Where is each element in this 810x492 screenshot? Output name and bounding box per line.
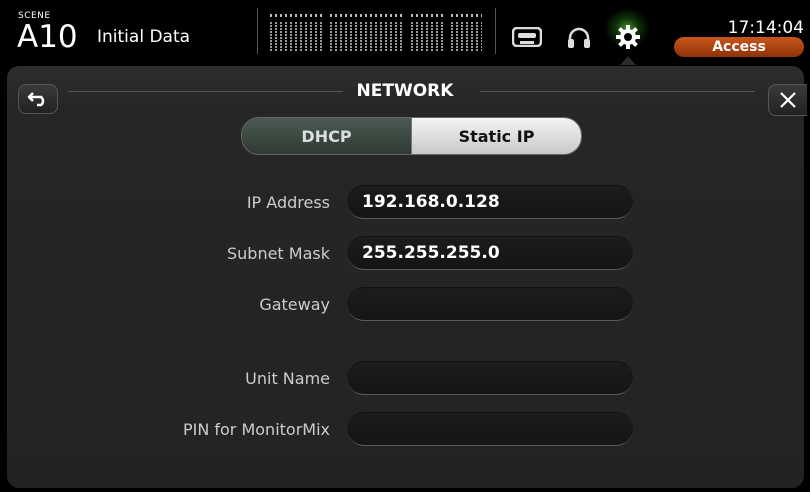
gear-icon[interactable] (614, 23, 642, 51)
subnet-mask-label: Subnet Mask (226, 244, 330, 263)
unit-name-field[interactable] (347, 361, 633, 395)
gateway-label: Gateway (259, 295, 330, 314)
close-button[interactable] (768, 84, 807, 116)
clock: 17:14:04 (727, 18, 804, 38)
ip-address-field[interactable]: 192.168.0.128 (347, 185, 633, 219)
close-icon (780, 92, 796, 108)
dhcp-option[interactable]: DHCP (242, 118, 412, 154)
subnet-mask-field[interactable]: 255.255.255.0 (347, 236, 633, 270)
pin-monitormix-field[interactable] (347, 412, 633, 446)
ip-mode-toggle[interactable]: DHCP Static IP (241, 117, 582, 155)
pin-monitormix-label: PIN for MonitorMix (182, 420, 330, 439)
recorder-icon[interactable] (510, 25, 544, 49)
headphones-icon[interactable] (564, 25, 594, 51)
divider (495, 8, 496, 54)
panel-title: NETWORK (356, 81, 454, 101)
meter-group (270, 14, 322, 52)
access-button[interactable]: Access (674, 37, 804, 57)
meter-group (451, 14, 482, 52)
static-ip-option[interactable]: Static IP (412, 118, 581, 154)
gear-pointer (620, 56, 636, 65)
scene-number: A10 (17, 19, 78, 55)
back-arrow-icon (27, 92, 45, 107)
channel-meters[interactable] (270, 14, 483, 52)
unit-name-label: Unit Name (245, 369, 330, 388)
back-button[interactable] (18, 84, 58, 114)
divider (257, 8, 258, 54)
scene-name: Initial Data (97, 27, 191, 47)
meter-group (411, 14, 443, 52)
top-bar: SCENE A10 Initial Data 17:14:04 Access (0, 0, 810, 65)
meter-group (330, 14, 403, 52)
ip-address-label: IP Address (246, 193, 330, 212)
gateway-field[interactable] (347, 287, 633, 321)
